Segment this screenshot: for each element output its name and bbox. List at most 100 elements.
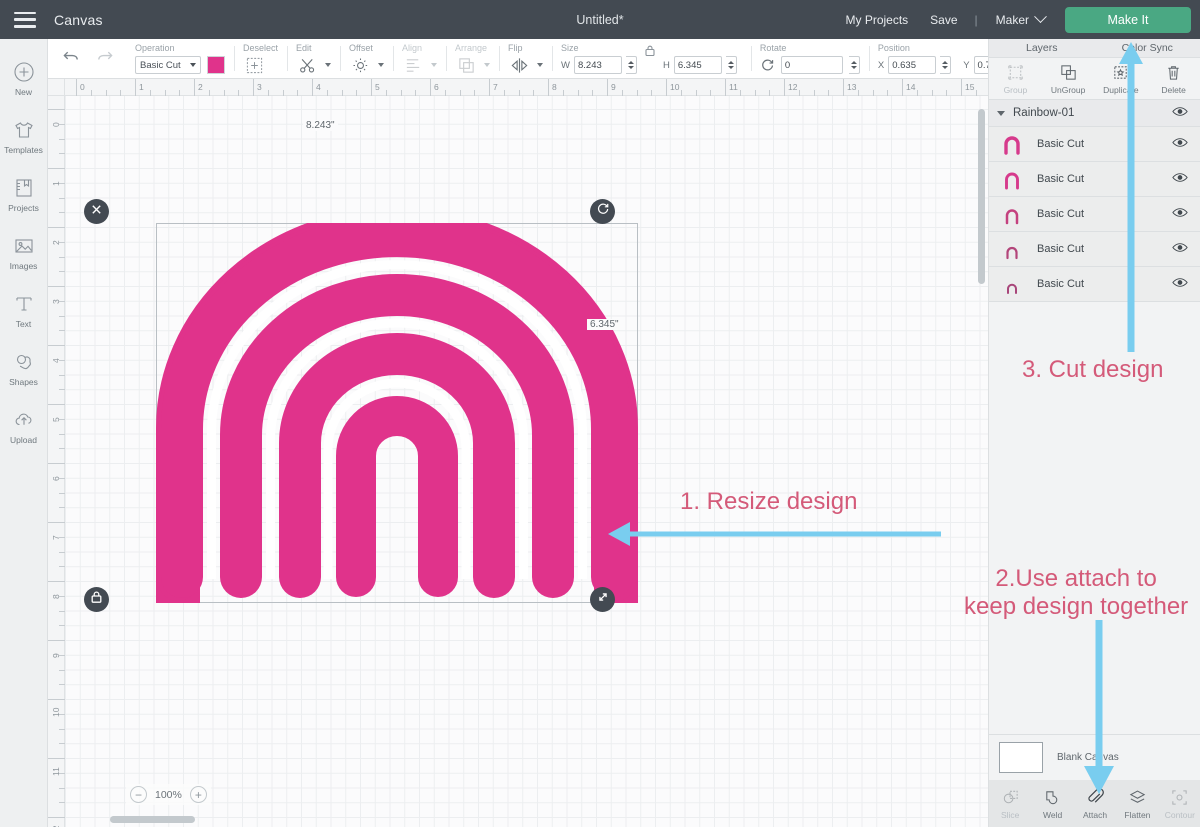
list-item[interactable]: Basic Cut <box>989 127 1200 162</box>
visibility-toggle[interactable] <box>1172 170 1188 188</box>
ruler-tick <box>784 79 785 96</box>
close-icon <box>90 203 103 221</box>
zoom-out-button[interactable]: − <box>130 786 147 803</box>
chevron-down-icon[interactable] <box>997 110 1005 116</box>
ruler-minor-tick <box>813 90 815 96</box>
ruler-tick <box>430 79 431 96</box>
ruler-label: 2 <box>198 82 203 92</box>
delete-handle[interactable] <box>84 199 109 224</box>
ruler-minor-tick <box>59 536 65 538</box>
ungroup-button[interactable]: UnGroup <box>1042 58 1095 99</box>
list-item[interactable]: Basic Cut <box>989 197 1200 232</box>
rotate-icon <box>596 202 610 221</box>
visibility-toggle[interactable] <box>1172 240 1188 258</box>
flip-icon[interactable] <box>508 56 530 75</box>
group-button[interactable]: Group <box>989 58 1042 99</box>
ruler-minor-tick <box>739 90 741 96</box>
rainbow-design-artwork[interactable] <box>156 223 638 603</box>
edit-scissors-icon[interactable] <box>296 56 318 75</box>
layer-name: Basic Cut <box>1037 208 1085 220</box>
list-item[interactable]: Basic Cut <box>989 162 1200 197</box>
ruler-label: 5 <box>375 82 380 92</box>
vertical-scrollbar[interactable] <box>978 109 985 284</box>
lock-icon[interactable] <box>644 44 656 62</box>
visibility-toggle[interactable] <box>1172 275 1188 293</box>
sidebar-item-images[interactable]: Images <box>0 223 48 281</box>
left-sidebar: New Templates Projects Images Text Shape… <box>0 39 48 827</box>
sidebar-item-projects[interactable]: Projects <box>0 165 48 223</box>
sidebar-item-templates[interactable]: Templates <box>0 107 48 165</box>
ruler-minor-tick <box>59 477 65 479</box>
chevron-down-icon[interactable] <box>537 63 544 67</box>
chevron-down-icon[interactable] <box>325 63 332 67</box>
slice-button[interactable]: Slice <box>989 780 1031 827</box>
visibility-toggle[interactable] <box>1172 205 1188 223</box>
ruler-minor-tick <box>975 90 977 96</box>
width-dimension-label: 8.243" <box>303 120 338 131</box>
position-x-stepper[interactable] <box>940 56 952 74</box>
ruler-minor-tick <box>931 90 933 96</box>
resize-handle[interactable] <box>590 587 615 612</box>
redo-icon[interactable] <box>95 48 114 69</box>
top-bar: Canvas Untitled* My Projects Save | Make… <box>0 0 1200 39</box>
ruler-minor-tick <box>59 182 65 184</box>
delete-button[interactable]: Delete <box>1147 58 1200 99</box>
list-item[interactable]: Basic Cut <box>989 267 1200 302</box>
lock-handle[interactable] <box>84 587 109 612</box>
sidebar-item-shapes[interactable]: Shapes <box>0 339 48 397</box>
height-stepper[interactable] <box>725 56 737 74</box>
position-x-input[interactable]: 0.635 <box>888 56 937 74</box>
sidebar-item-text[interactable]: Text <box>0 281 48 339</box>
height-input[interactable]: 6.345 <box>673 56 722 74</box>
make-it-button[interactable]: Make It <box>1065 6 1191 33</box>
align-group: Align <box>393 39 446 78</box>
ruler-label: 0 <box>80 82 85 92</box>
sidebar-item-upload[interactable]: Upload <box>0 397 48 455</box>
ruler-minor-tick <box>385 90 387 96</box>
layer-group-header[interactable]: Rainbow-01 <box>989 100 1200 127</box>
flatten-button[interactable]: Flatten <box>1116 780 1158 827</box>
attach-label: Attach <box>1082 809 1108 820</box>
ungroup-label: UnGroup <box>1050 84 1086 95</box>
operation-select[interactable]: Basic Cut <box>135 56 201 74</box>
chevron-down-icon[interactable] <box>378 63 385 67</box>
undo-icon[interactable] <box>62 48 81 69</box>
ruler-minor-tick <box>872 90 874 96</box>
tab-layers[interactable]: Layers <box>989 42 1095 54</box>
layer-name: Basic Cut <box>1037 278 1085 290</box>
visibility-toggle[interactable] <box>1172 135 1188 153</box>
machine-selector[interactable]: Maker <box>984 10 1051 27</box>
visibility-toggle[interactable] <box>1172 104 1188 122</box>
slice-label: Slice <box>1000 809 1020 820</box>
ruler-minor-tick <box>636 90 638 96</box>
material-swatch[interactable] <box>999 742 1043 773</box>
ruler-minor-tick <box>59 197 65 199</box>
hamburger-icon[interactable] <box>14 11 36 28</box>
color-swatch[interactable] <box>207 56 225 74</box>
zoom-in-button[interactable]: + <box>189 786 207 803</box>
sidebar-item-new[interactable]: New <box>0 49 48 107</box>
save-button[interactable]: Save <box>919 13 968 27</box>
tab-color-sync[interactable]: Color Sync <box>1095 42 1200 54</box>
ruler-minor-tick <box>59 256 65 258</box>
ruler-minor-tick <box>621 90 623 96</box>
horizontal-scrollbar[interactable] <box>110 816 195 823</box>
rotate-handle[interactable] <box>590 199 615 224</box>
width-stepper[interactable] <box>625 56 637 74</box>
ruler-minor-tick <box>59 684 65 686</box>
canvas-label: Canvas <box>54 11 103 28</box>
ruler-minor-tick <box>710 90 712 96</box>
offset-icon[interactable] <box>349 56 371 75</box>
weld-button[interactable]: Weld <box>1031 780 1073 827</box>
rotate-stepper[interactable] <box>848 56 860 74</box>
design-canvas[interactable]: 8.243" 6.345" 1. Resize design − 100% + … <box>48 79 988 827</box>
layer-name: Basic Cut <box>1037 138 1085 150</box>
list-item[interactable]: Basic Cut <box>989 232 1200 267</box>
deselect-icon[interactable] <box>243 56 265 75</box>
rotate-input[interactable]: 0 <box>780 56 843 74</box>
contour-button[interactable]: Contour <box>1159 780 1200 827</box>
width-input[interactable]: 8.243 <box>573 56 622 74</box>
ruler-minor-tick <box>179 90 181 96</box>
my-projects-button[interactable]: My Projects <box>834 13 919 27</box>
book-icon <box>11 175 36 200</box>
